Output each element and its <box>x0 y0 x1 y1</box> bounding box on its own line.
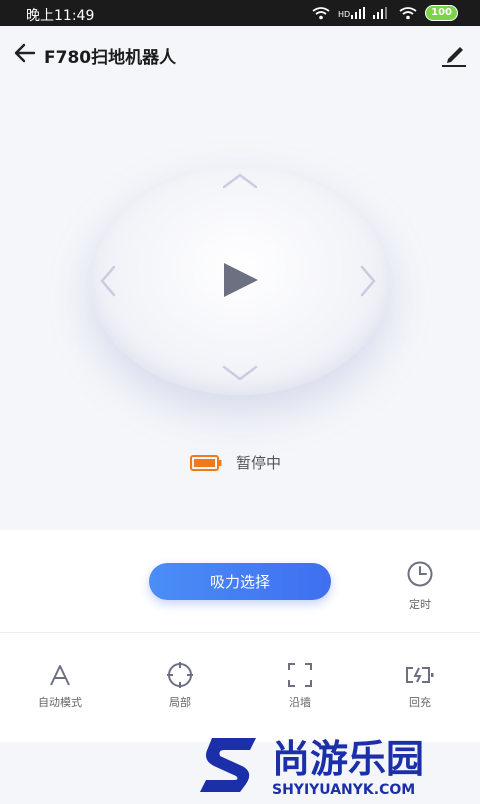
watermark-logo: 尚游乐园 SHYIYUANYK.COM <box>198 730 480 800</box>
page-title: F780扫地机器人 <box>44 48 177 68</box>
letter-a-icon <box>50 665 70 686</box>
battery-icon <box>190 454 222 471</box>
hd-label: HD <box>337 10 351 19</box>
charging-battery-icon <box>406 667 434 683</box>
direction-pad[interactable] <box>90 165 390 395</box>
play-icon[interactable] <box>218 259 262 301</box>
divider <box>0 632 480 633</box>
mode-label: 自动模式 <box>38 696 82 709</box>
mode-label: 回充 <box>409 696 431 709</box>
status-text: 暂停中 <box>236 454 282 472</box>
timer-label: 定时 <box>409 598 431 611</box>
bottom-panel: 吸力选择 定时 自动模式 局部 沿墙 回充 <box>0 530 480 742</box>
battery-indicator: 100 <box>425 5 458 21</box>
robot-status: 暂停中 <box>190 452 281 473</box>
mode-bar: 自动模式 局部 沿墙 回充 <box>0 660 480 720</box>
signal-icon <box>373 7 388 19</box>
mode-edge[interactable]: 沿墙 <box>260 660 340 710</box>
hd-signal-icon: HD <box>337 7 366 19</box>
wifi-icon-2 <box>399 6 417 19</box>
down-arrow-icon[interactable] <box>220 363 260 383</box>
mode-spot[interactable]: 局部 <box>140 660 220 710</box>
mode-label: 沿墙 <box>289 696 311 709</box>
mode-auto[interactable]: 自动模式 <box>20 660 100 710</box>
header: F780扫地机器人 <box>0 26 480 80</box>
control-area: 暂停中 <box>0 80 480 530</box>
status-bar: 晚上11:49 HD 100 <box>0 0 480 26</box>
crosshair-icon <box>167 662 193 688</box>
watermark-svg: 尚游乐园 SHYIYUANYK.COM <box>200 737 424 798</box>
edit-pen-icon[interactable] <box>440 40 468 68</box>
clock-icon <box>407 561 433 587</box>
suction-select-button[interactable]: 吸力选择 <box>149 563 331 600</box>
up-arrow-icon[interactable] <box>220 171 260 191</box>
mode-dock[interactable]: 回充 <box>380 660 460 710</box>
back-arrow-icon[interactable] <box>12 40 38 66</box>
frame-corners-icon <box>288 663 312 687</box>
watermark-url: SHYIYUANYK.COM <box>272 782 415 798</box>
left-arrow-icon[interactable] <box>98 263 118 299</box>
status-time: 晚上11:49 <box>26 8 95 24</box>
timer-button[interactable]: 定时 <box>396 560 444 612</box>
watermark-title: 尚游乐园 <box>272 737 424 781</box>
wifi-icon <box>312 6 330 19</box>
right-arrow-icon[interactable] <box>358 263 378 299</box>
mode-label: 局部 <box>169 696 191 709</box>
status-icons: HD 100 <box>312 5 458 21</box>
